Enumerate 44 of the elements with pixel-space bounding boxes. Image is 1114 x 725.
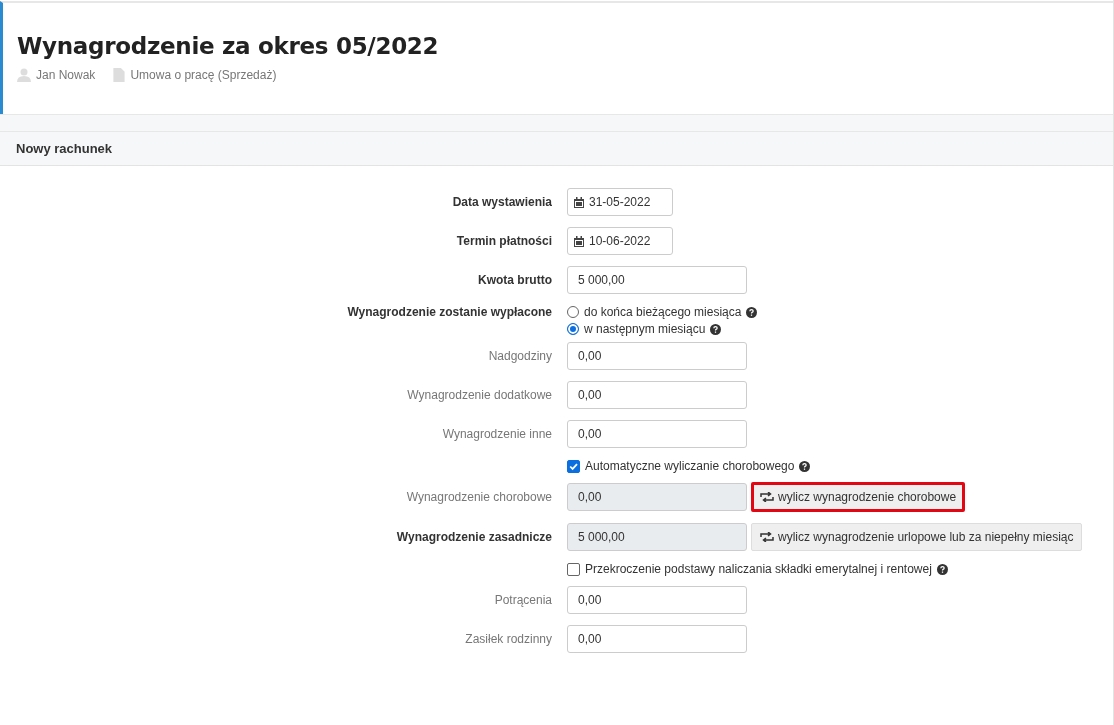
field-label: Wynagrodzenie inne	[442, 427, 552, 441]
input-field[interactable]: 5 000,00	[567, 266, 747, 294]
field-label: Wynagrodzenie chorobowe	[406, 490, 552, 504]
checkbox-label[interactable]: Automatyczne wyliczanie chorobowego	[585, 459, 795, 473]
input-field[interactable]: 0,00	[567, 625, 747, 653]
input-field[interactable]: 0,00	[567, 342, 747, 370]
input-field[interactable]: 0,00	[567, 381, 747, 409]
input-field[interactable]: 0,00	[567, 586, 747, 614]
repeat-icon	[760, 532, 774, 542]
date-field[interactable]: 10-06-2022	[567, 227, 673, 255]
contract-name: Umowa o pracę (Sprzedaż)	[130, 68, 277, 82]
checkbox[interactable]	[567, 562, 580, 576]
help-icon[interactable]	[710, 323, 722, 335]
document-icon	[113, 68, 126, 82]
field-label: Potrącenia	[494, 593, 552, 607]
date-field[interactable]: 31-05-2022	[567, 188, 673, 216]
radio-label[interactable]: do końca bieżącego miesiąca	[584, 305, 742, 319]
page-title: Wynagrodzenie za okres 05/2022	[17, 33, 440, 59]
help-icon[interactable]	[936, 563, 948, 575]
field-label: Data wystawienia	[452, 195, 552, 209]
person-icon	[17, 68, 31, 82]
help-icon[interactable]	[799, 460, 811, 472]
radio-button[interactable]	[567, 323, 579, 335]
help-icon[interactable]	[746, 306, 758, 318]
field-label: Nadgodziny	[488, 349, 552, 363]
field-label: Wynagrodzenie dodatkowe	[407, 388, 552, 402]
input-field[interactable]: 0,00	[567, 420, 747, 448]
section-title: Nowy rachunek	[16, 141, 113, 156]
readonly-field: 0,00	[567, 483, 747, 511]
calendar-icon	[574, 235, 584, 247]
calendar-icon	[574, 196, 584, 208]
checkbox[interactable]	[567, 459, 580, 473]
field-label: Wynagrodzenie zasadnicze	[396, 530, 552, 544]
checkbox-label[interactable]: Przekroczenie podstawy naliczania składki emerytalnej i rentowej	[585, 562, 932, 576]
radio-label[interactable]: w następnym miesiącu	[584, 322, 706, 336]
field-label: Kwota brutto	[478, 273, 552, 287]
calculate-button[interactable]: wylicz wynagrodzenie urlopowe lub za niepełny miesiąc	[751, 523, 1083, 551]
repeat-icon	[760, 492, 774, 502]
field-label: Termin płatności	[456, 234, 552, 248]
readonly-field: 5 000,00	[567, 523, 747, 551]
field-label: Wynagrodzenie zostanie wypłacone	[347, 305, 552, 319]
field-label: Zasiłek rodzinny	[465, 632, 552, 646]
employee-name: Jan Nowak	[36, 68, 96, 82]
calculate-button[interactable]: wylicz wynagrodzenie chorobowe	[751, 482, 966, 512]
